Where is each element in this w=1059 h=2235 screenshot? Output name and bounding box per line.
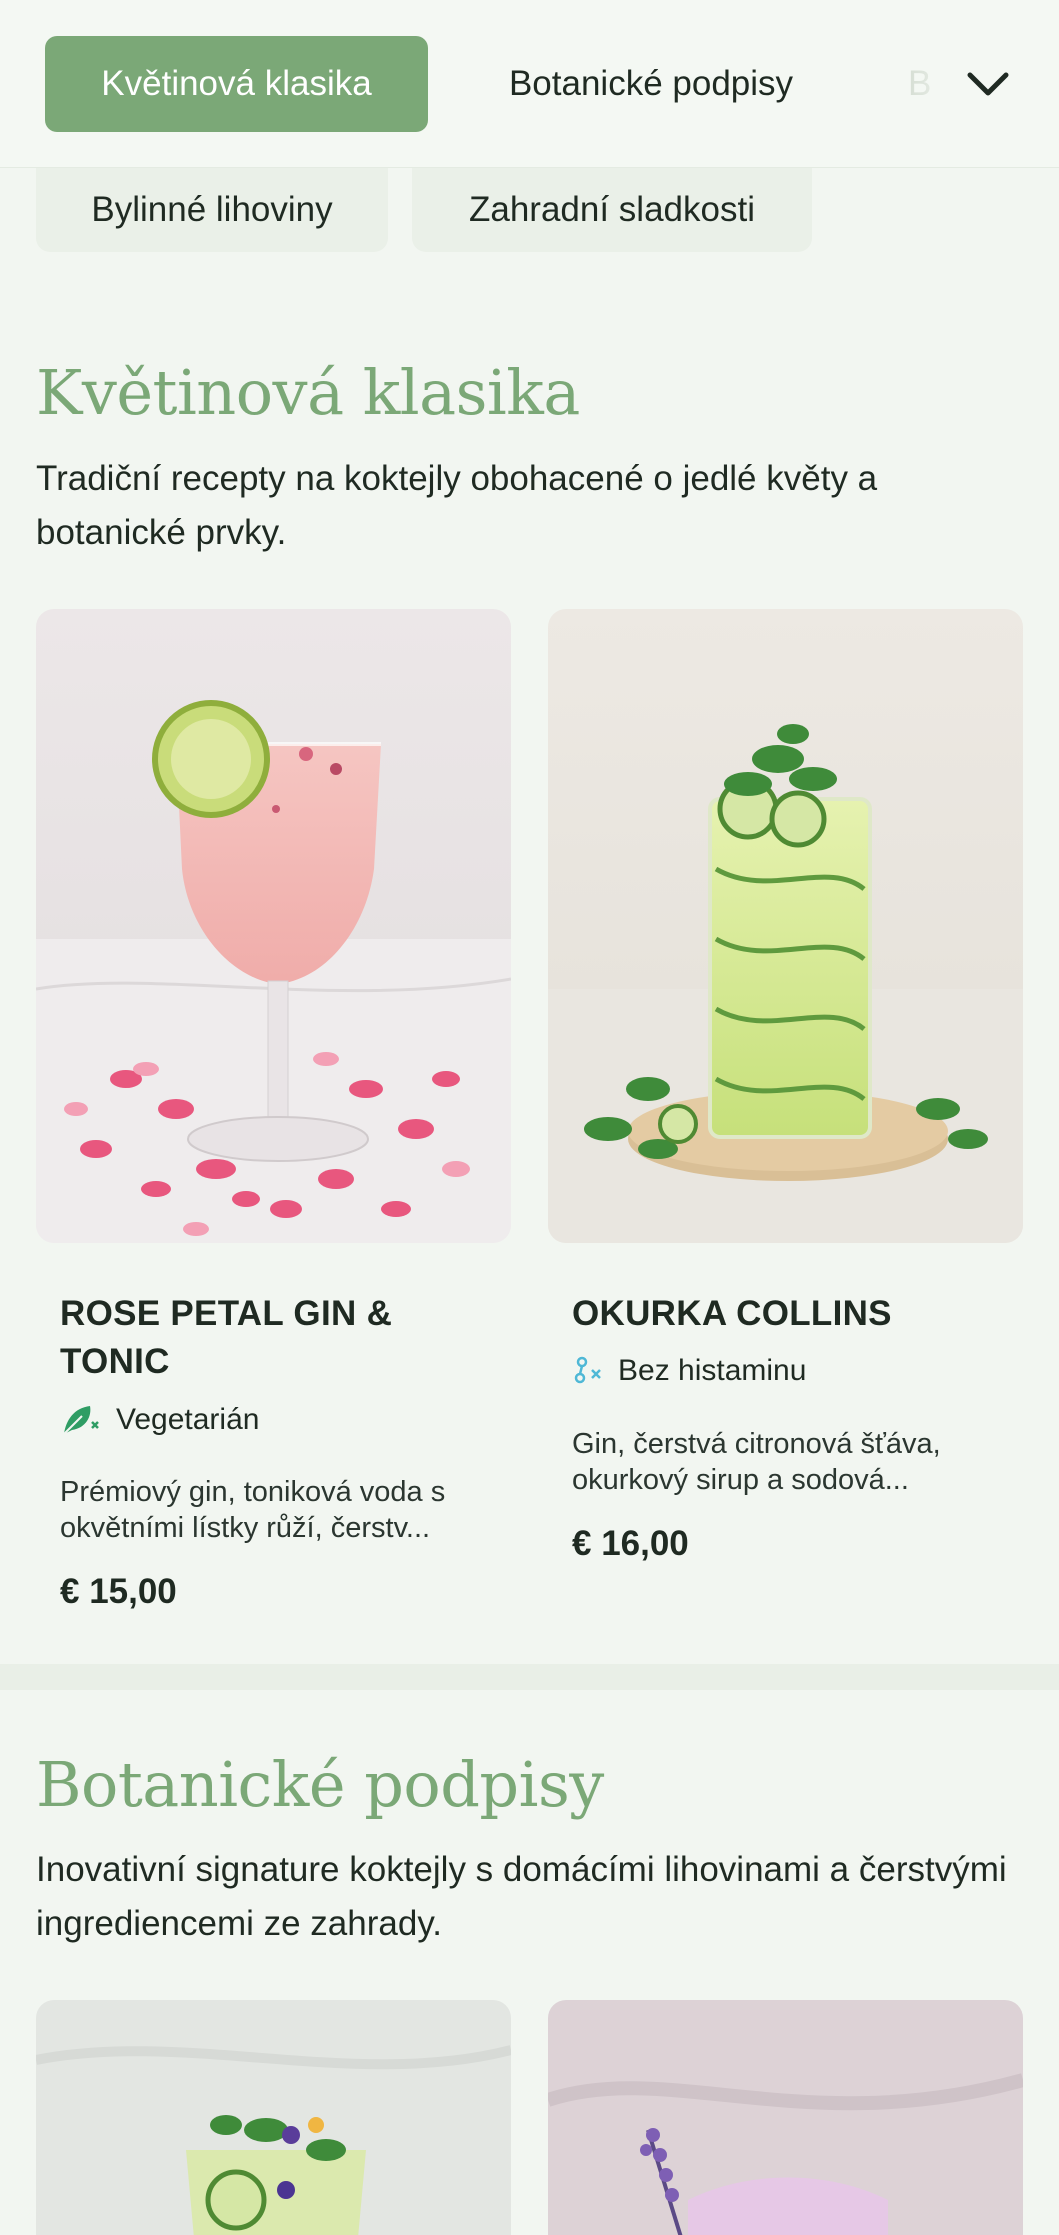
section-description: Tradiční recepty na koktejly obohacené o… (36, 459, 878, 552)
tab-kvetinova-klasika[interactable]: Květinová klasika (45, 36, 428, 132)
item-name: OKURKA COLLINS (572, 1294, 892, 1333)
item-name: ROSE PETAL GIN & TONIC (60, 1294, 393, 1381)
cocktail-image[interactable] (36, 2000, 511, 2235)
tab-zahradni-sladkosti[interactable]: Zahradní sladkosti (412, 168, 812, 252)
section-divider (0, 1664, 1059, 1690)
vegetarian-leaf-icon (63, 1406, 99, 1435)
diet-label: Vegetarián (116, 1403, 260, 1436)
diet-badge: Bez histaminu (572, 1354, 806, 1388)
cocktail-image[interactable] (548, 2000, 1023, 2235)
item-price: € 16,00 (572, 1524, 689, 1563)
item-description: Gin, čerstvá citronová šťáva, okurkový s… (572, 1428, 941, 1496)
rose-petal-gin-image[interactable] (36, 609, 511, 1243)
tab-bylinne-lihoviny[interactable]: Bylinné lihoviny (36, 168, 388, 252)
category-tabbar: Květinová klasika Botanické podpisy B (0, 0, 1059, 168)
histamine-free-icon (574, 1356, 601, 1384)
okurka-collins-image[interactable] (548, 609, 1023, 1243)
section-title: Květinová klasika (36, 356, 580, 429)
tab-botanicke-podpisy[interactable]: Botanické podpisy (466, 36, 836, 132)
diet-badge: Vegetarián (60, 1402, 259, 1438)
item-price: € 15,00 (60, 1572, 177, 1611)
section-description: Inovativní signature koktejly s domácími… (36, 1850, 1007, 1943)
chevron-down-icon[interactable] (960, 56, 1016, 112)
item-description: Prémiový gin, toniková voda s okvětními … (60, 1476, 446, 1544)
section-title: Botanické podpisy (36, 1748, 604, 1821)
diet-label: Bez histaminu (618, 1354, 807, 1387)
